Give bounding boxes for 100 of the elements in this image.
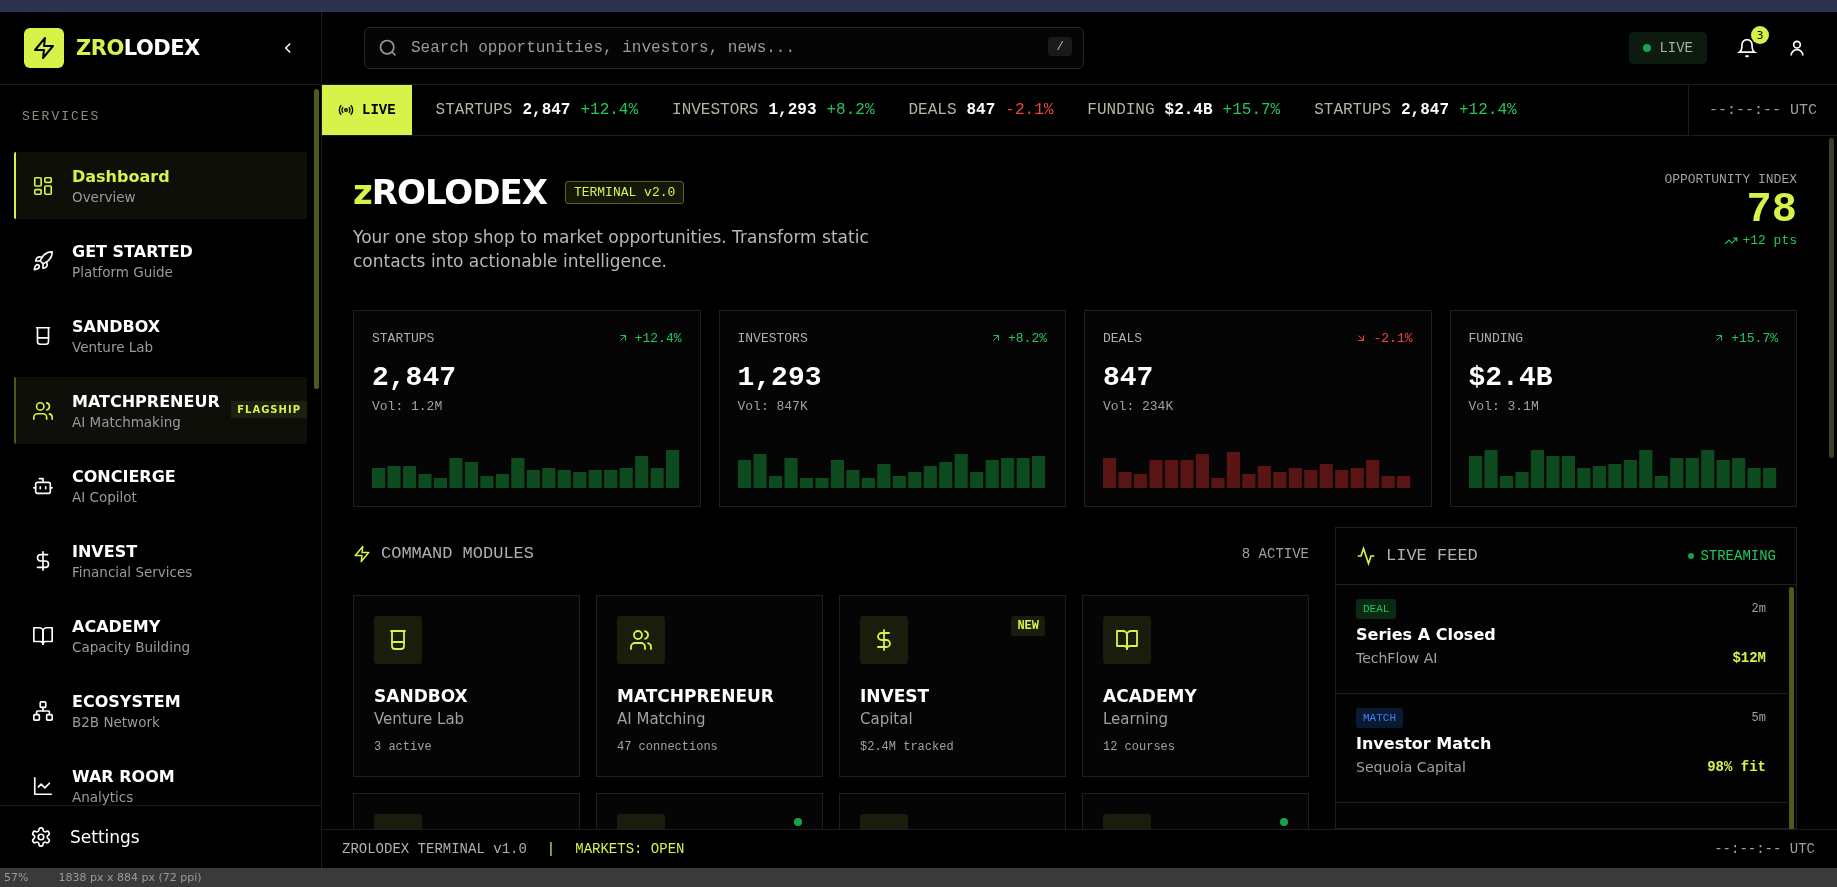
- module-card[interactable]: SANDBOX Venture Lab 3 active: [353, 594, 580, 777]
- module-card[interactable]: ACADEMY Learning 12 courses: [1082, 594, 1309, 777]
- settings-icon: [30, 826, 52, 848]
- ticker-value: $2.4B: [1164, 101, 1213, 119]
- sidebar-item[interactable]: ACADEMY Capacity Building: [14, 602, 307, 669]
- sidebar-scrollbar[interactable]: [314, 89, 319, 389]
- lightning-icon: [353, 544, 371, 563]
- ticker-change: +12.4%: [1459, 101, 1517, 119]
- rocket-icon: [32, 249, 54, 272]
- feed-tag: DEAL: [1356, 598, 1397, 619]
- stat-label: DEALS: [1103, 330, 1142, 346]
- ticker-label: FUNDING: [1087, 101, 1155, 119]
- zoom-level: 57%: [4, 871, 29, 884]
- module-card[interactable]: NEW INVEST Capital $2.4M tracked: [839, 594, 1066, 777]
- feed-item[interactable]: DEAL 2m Series A Closed TechFlow AI $12M: [1336, 584, 1788, 694]
- ticker-value: 2,847: [522, 101, 571, 119]
- module-meta: $2.4M tracked: [860, 739, 955, 754]
- live-label: LIVE: [322, 85, 412, 135]
- module-subtitle: Venture Lab: [374, 709, 466, 728]
- search-icon: [378, 38, 398, 58]
- ticker-value: 2,847: [1401, 101, 1449, 119]
- dashboard-grid-icon: [32, 174, 54, 197]
- stat-volume: Vol: 234K: [1103, 398, 1175, 414]
- sidebar-item[interactable]: Dashboard Overview: [14, 152, 307, 219]
- module-title: SANDBOX: [374, 685, 469, 706]
- feed-time: 5m: [1751, 710, 1766, 725]
- main-scrollbar[interactable]: [1829, 138, 1834, 458]
- sidebar-item[interactable]: WAR ROOM Analytics: [14, 752, 307, 805]
- ticker-label: INVESTORS: [672, 101, 759, 119]
- market-status: MARKETS: OPEN: [575, 841, 685, 857]
- stat-change: -2.1%: [1355, 330, 1413, 346]
- stat-value: 2,847: [372, 361, 457, 393]
- sidebar-item[interactable]: CONCIERGE AI Copilot: [14, 452, 307, 519]
- feed-time: 2m: [1751, 601, 1766, 616]
- users-icon: [32, 399, 54, 422]
- users-icon: [629, 627, 653, 652]
- ticker-change: -2.1%: [1005, 101, 1054, 119]
- feed-subtitle: Sequoia Capital: [1356, 758, 1466, 775]
- index-label: OPPORTUNITY INDEX: [1664, 172, 1797, 187]
- hero-description: Your one stop shop to market opportunities. Transform static contacts into actionable intelligence.: [353, 226, 870, 273]
- streaming-status: STREAMING: [1688, 547, 1776, 564]
- utc-clock: --:--:-- UTC: [1687, 85, 1837, 135]
- broadcast-icon: [338, 102, 354, 118]
- stat-value: $2.4B: [1468, 361, 1554, 393]
- new-badge: NEW: [1011, 615, 1045, 636]
- ticker-value: 1,293: [768, 101, 817, 119]
- sidebar-item[interactable]: MATCHPRENEUR AI Matchmaking FLAGSHIP: [14, 377, 307, 444]
- feed-item[interactable]: MATCH 5m Investor Match Sequoia Capital 98% fit: [1336, 693, 1788, 803]
- index-value: 78: [1746, 187, 1797, 234]
- stat-volume: Vol: 847K: [737, 398, 809, 414]
- user-profile-icon[interactable]: [1787, 38, 1807, 58]
- hero-title: zROLODEX: [353, 172, 547, 212]
- feed-scrollbar[interactable]: [1789, 586, 1794, 829]
- activity-icon: [1356, 545, 1376, 566]
- feed-value: 98% fit: [1707, 758, 1766, 775]
- live-status-pill: LIVE: [1629, 32, 1707, 64]
- stat-value: 847: [1103, 361, 1155, 393]
- module-meta: 3 active: [374, 739, 433, 754]
- ticker-label: STARTUPS: [1314, 101, 1391, 119]
- separator: |: [546, 841, 556, 857]
- ticker-change: +15.7%: [1222, 101, 1281, 119]
- index-change: +12 pts: [1724, 233, 1797, 249]
- sidebar-item[interactable]: GET STARTED Platform Guide: [14, 227, 307, 294]
- book-icon: [32, 624, 54, 647]
- stat-label: STARTUPS: [372, 330, 435, 346]
- stat-volume: Vol: 3.1M: [1468, 398, 1540, 414]
- ticker-label: STARTUPS: [435, 101, 513, 119]
- app-logo: ZROLODEX: [76, 36, 201, 60]
- notification-bell-icon[interactable]: [1737, 38, 1757, 58]
- sidebar-item[interactable]: SANDBOX Venture Lab: [14, 302, 307, 369]
- module-title: ACADEMY: [1103, 685, 1198, 706]
- sidebar-item[interactable]: ECOSYSTEM B2B Network: [14, 677, 307, 744]
- sidebar-item[interactable]: INVEST Financial Services: [14, 527, 307, 594]
- utc-clock: --:--:-- UTC: [1714, 841, 1815, 857]
- module-card[interactable]: MATCHPRENEUR AI Matching 47 connections: [596, 594, 823, 777]
- shortcut-key: /: [1048, 37, 1072, 56]
- book-icon: [1115, 627, 1139, 652]
- module-title: INVEST: [860, 685, 931, 706]
- module-subtitle: AI Matching: [617, 709, 707, 728]
- module-subtitle: Learning: [1103, 709, 1170, 728]
- stat-volume: Vol: 1.2M: [372, 398, 444, 414]
- feed-title-text: Investor Match: [1356, 733, 1493, 753]
- flagship-badge: FLAGSHIP: [231, 401, 307, 418]
- network-icon: [32, 699, 54, 722]
- line-chart-icon: [32, 774, 54, 797]
- terminal-version: ZROLODEX TERMINAL v1.0: [342, 841, 527, 857]
- ticker-value: 847: [966, 101, 996, 119]
- feed-tag: MATCH: [1356, 707, 1403, 728]
- feed-title-text: Series A Closed: [1356, 624, 1497, 644]
- notification-count-badge: 3: [1751, 26, 1769, 44]
- stat-label: INVESTORS: [737, 330, 808, 346]
- section-title: COMMAND MODULES: [381, 544, 535, 564]
- section-label: SERVICES: [21, 108, 102, 126]
- module-meta: 12 courses: [1103, 739, 1176, 754]
- image-size: 1838 px x 884 px (72 ppi): [58, 871, 202, 884]
- version-badge: TERMINAL v2.0: [564, 180, 685, 204]
- lightning-logo-icon: [24, 28, 64, 68]
- stat-change: +15.7%: [1713, 330, 1778, 346]
- stat-value: 1,293: [737, 361, 823, 393]
- ticker-label: DEALS: [908, 101, 957, 119]
